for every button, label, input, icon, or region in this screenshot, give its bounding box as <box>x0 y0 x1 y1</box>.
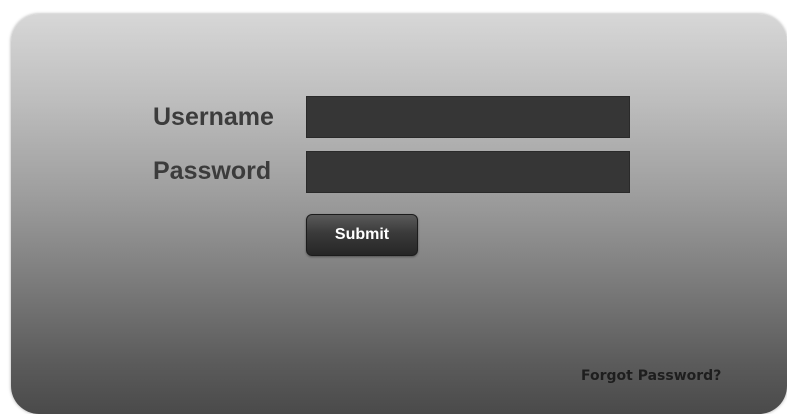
forgot-password-link[interactable]: Forgot Password? <box>581 368 721 384</box>
username-label: Username <box>153 103 274 131</box>
username-input[interactable] <box>306 96 630 138</box>
password-input[interactable] <box>306 151 630 193</box>
login-panel: Username Password Submit Forgot Password… <box>11 14 787 414</box>
password-label: Password <box>153 157 272 185</box>
submit-button[interactable]: Submit <box>306 214 418 256</box>
